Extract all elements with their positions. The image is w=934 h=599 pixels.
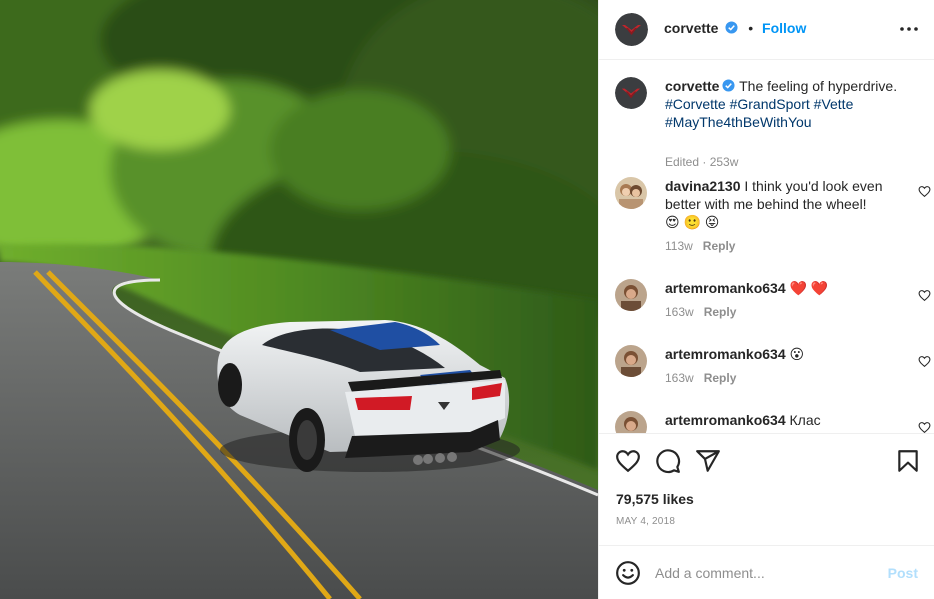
commenter-avatar[interactable] <box>615 411 647 433</box>
post-date[interactable]: MAY 4, 2018 <box>616 516 675 527</box>
comment-emojis: 😍 🙂 😝 <box>665 214 720 230</box>
comment-meta: 113w Reply <box>665 239 735 253</box>
post-sidebar: corvette • Follow corvette The feeling o… <box>598 0 934 599</box>
verified-badge-icon <box>722 79 736 92</box>
emoji-smiley-icon[interactable] <box>615 560 641 586</box>
like-comment-heart-icon[interactable] <box>918 421 931 433</box>
comment-item: artemromanko634 ❤️ ❤️ 163w Reply <box>615 279 931 339</box>
post-image[interactable] <box>0 0 598 599</box>
like-comment-heart-icon[interactable] <box>918 355 931 368</box>
corvette-photo <box>0 0 598 599</box>
comment-username[interactable]: davina2130 <box>665 178 741 194</box>
share-paper-plane-icon[interactable] <box>695 448 721 474</box>
corvette-avatar[interactable] <box>615 13 648 46</box>
reply-button[interactable]: Reply <box>704 305 737 319</box>
follow-button[interactable]: Follow <box>762 20 806 36</box>
comment-username[interactable]: artemromanko634 <box>665 346 786 362</box>
post-actions: 79,575 likes MAY 4, 2018 <box>599 433 934 545</box>
comment-body: I think you'd look even <box>744 178 883 194</box>
like-comment-heart-icon[interactable] <box>918 289 931 302</box>
caption-meta: Edited · 253w <box>665 155 739 169</box>
comment-item: artemromanko634 Клас <box>615 411 931 433</box>
hashtag-link[interactable]: #MayThe4thBeWithYou <box>665 114 812 130</box>
comment-item: davina2130 I think you'd look even bette… <box>615 177 931 257</box>
caption: corvette The feeling of hyperdrive. #Cor… <box>615 77 925 169</box>
comment-text: artemromanko634 Клас <box>665 411 905 429</box>
comment-text: artemromanko634 ❤️ ❤️ <box>665 279 905 297</box>
comment-age: 163w <box>665 371 694 385</box>
comment-age: 113w <box>665 239 693 253</box>
comment-meta: 163w Reply <box>665 371 736 385</box>
likes-count[interactable]: 79,575 likes <box>616 491 694 507</box>
comment-username[interactable]: artemromanko634 <box>665 412 786 428</box>
commenter-avatar[interactable] <box>615 279 647 311</box>
comment-item: artemromanko634 😮 163w Reply <box>615 345 931 405</box>
reply-button[interactable]: Reply <box>703 239 736 253</box>
header-separator: • <box>748 20 754 36</box>
comment-body-cont: better with me behind the wheel! <box>665 196 867 212</box>
caption-body: The feeling of hyperdrive. <box>739 78 898 94</box>
caption-text: corvette The feeling of hyperdrive. #Cor… <box>665 77 905 131</box>
hashtag-link[interactable]: #Corvette <box>665 96 726 112</box>
comment-input[interactable] <box>655 560 865 586</box>
caption-username[interactable]: corvette <box>665 78 719 94</box>
caption-avatar[interactable] <box>615 77 647 109</box>
comment-body: ❤️ ❤️ <box>789 280 829 296</box>
comment-username[interactable]: artemromanko634 <box>665 280 786 296</box>
add-comment-bar: Post <box>599 545 934 599</box>
comment-body: Клас <box>789 412 821 428</box>
comment-text: davina2130 I think you'd look even bette… <box>665 177 905 231</box>
reply-button[interactable]: Reply <box>704 371 737 385</box>
hashtag-link[interactable]: #Vette <box>814 96 854 112</box>
post-comment-button[interactable]: Post <box>888 565 918 581</box>
comment-text: artemromanko634 😮 <box>665 345 905 363</box>
comment-meta: 163w Reply <box>665 305 736 319</box>
commenter-avatar[interactable] <box>615 177 647 209</box>
commenter-avatar[interactable] <box>615 345 647 377</box>
comment-bubble-icon[interactable] <box>655 448 681 474</box>
like-comment-heart-icon[interactable] <box>918 185 931 198</box>
comment-body: 😮 <box>789 346 805 362</box>
header-username[interactable]: corvette <box>664 20 718 36</box>
comment-age: 163w <box>665 305 694 319</box>
save-bookmark-icon[interactable] <box>895 448 921 474</box>
header-line: corvette • Follow <box>664 20 806 36</box>
more-options-icon[interactable] <box>897 20 921 38</box>
verified-badge-icon <box>725 21 738 34</box>
like-heart-icon[interactable] <box>615 448 641 474</box>
comments-list[interactable]: corvette The feeling of hyperdrive. #Cor… <box>599 61 934 433</box>
post-header: corvette • Follow <box>599 0 934 60</box>
hashtag-link[interactable]: #GrandSport <box>730 96 810 112</box>
